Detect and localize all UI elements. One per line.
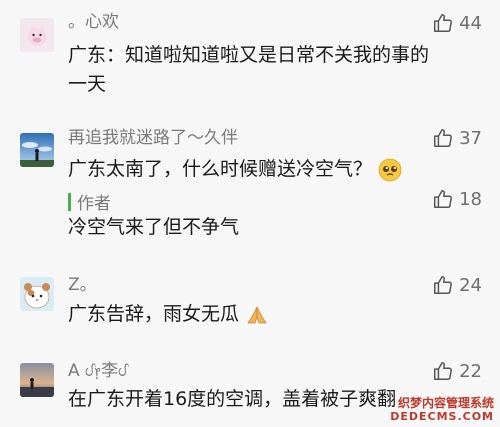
like-button[interactable]: 22 xyxy=(432,360,482,382)
author-reply-header: 作者 xyxy=(68,189,111,214)
praying-hands-emoji xyxy=(247,306,267,323)
like-button[interactable]: 37 xyxy=(432,127,482,149)
watermark-line-2: DEDECMS.COM xyxy=(390,410,494,423)
comment-text: 广东太南了，什么时候赠送冷空气？ xyxy=(68,155,488,184)
author-reply-text: 冷空气来了但不争气 xyxy=(68,216,240,238)
hamster-avatar-icon xyxy=(20,277,54,311)
pig-avatar-icon xyxy=(20,18,54,52)
watermark: 织梦内容管理系统 DEDECMS.COM xyxy=(390,396,494,423)
watermark-line-1: 织梦内容管理系统 xyxy=(397,396,494,410)
sunset-person-avatar-icon xyxy=(20,363,54,397)
comment-text: 广东：知道啦知道啦又是日常不关我的事的一天 xyxy=(68,44,430,95)
like-button[interactable]: 18 xyxy=(432,188,482,210)
like-count: 24 xyxy=(459,274,482,296)
thumbs-up-icon xyxy=(434,190,453,208)
thumbs-up-icon xyxy=(434,362,453,380)
like-button[interactable]: 24 xyxy=(432,274,482,296)
avatar[interactable] xyxy=(20,363,54,397)
comment-author-name[interactable]: 。心欢 xyxy=(68,12,119,32)
like-count: 18 xyxy=(459,188,482,210)
like-count: 44 xyxy=(459,12,482,34)
like-button[interactable]: 44 xyxy=(432,12,482,34)
avatar[interactable] xyxy=(20,133,54,167)
comment-text-body: 广东告辞，雨女无瓜 xyxy=(68,303,240,325)
comment-text: 广东告辞，雨女无瓜 xyxy=(68,300,438,329)
comment-text: 在广东开着16度的空调，盖着被子爽翻 xyxy=(68,388,397,410)
like-count: 22 xyxy=(459,360,482,382)
comment-text-body: 广东太南了，什么时候赠送冷空气？ xyxy=(68,158,373,180)
comment-author-name[interactable]: Z。 xyxy=(68,275,97,295)
author-indicator-bar xyxy=(68,192,71,211)
thumbs-up-icon xyxy=(434,276,453,294)
avatar[interactable] xyxy=(20,277,54,311)
sky-silhouette-avatar-icon xyxy=(20,133,54,167)
comment-author-name[interactable]: 再追我就迷路了～久伴 xyxy=(68,128,238,148)
pleading-face-emoji xyxy=(378,158,402,181)
thumbs-up-icon xyxy=(434,14,453,32)
comment-author-name[interactable]: A ᦔ᥅李ᦔ xyxy=(68,361,127,381)
author-label: 作者 xyxy=(77,194,111,214)
avatar[interactable] xyxy=(20,18,54,52)
like-count: 37 xyxy=(459,127,482,149)
thumbs-up-icon xyxy=(434,129,453,147)
